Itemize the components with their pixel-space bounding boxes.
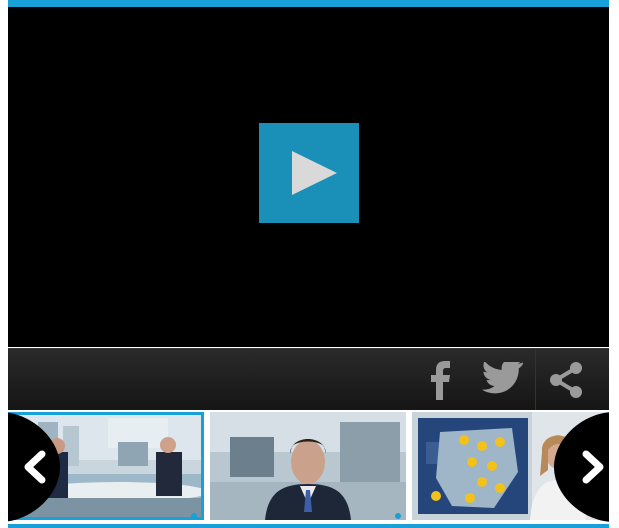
play-button[interactable] xyxy=(259,123,359,223)
facebook-icon xyxy=(431,361,450,400)
twitter-icon xyxy=(482,362,523,394)
share-icon xyxy=(550,362,582,398)
facebook-share-button[interactable] xyxy=(410,349,470,411)
chevron-left-icon xyxy=(8,412,60,522)
video-carousel xyxy=(8,410,609,524)
video-player[interactable] xyxy=(8,7,609,347)
play-icon xyxy=(292,151,337,195)
news-anchor-thumbnail-image xyxy=(210,412,406,520)
carousel-next-button[interactable] xyxy=(554,410,609,524)
video-thumbnail[interactable] xyxy=(210,412,406,520)
share-toolbar xyxy=(8,348,609,411)
chevron-right-icon xyxy=(554,412,609,522)
share-button[interactable] xyxy=(535,349,596,411)
carousel-prev-button[interactable] xyxy=(8,410,60,524)
top-accent-bar xyxy=(8,0,609,7)
twitter-share-button[interactable] xyxy=(473,349,533,411)
bottom-accent-bar xyxy=(8,524,609,528)
